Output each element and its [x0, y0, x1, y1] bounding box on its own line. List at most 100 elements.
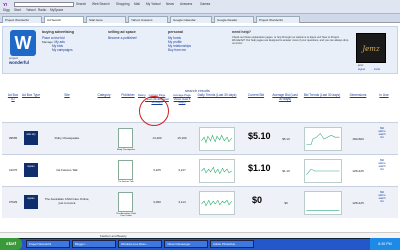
- table-row: 39595 wide sky Ruby Chesapeake Ruby Ches…: [2, 122, 398, 154]
- col-publisher[interactable]: Publisher: [118, 93, 138, 122]
- average-bid: $0: [284, 201, 288, 205]
- col-daily-trends[interactable]: Daily Trends (Last 30 days): [197, 93, 237, 122]
- average-bid: $5.10: [282, 137, 290, 141]
- highlight-circle: [139, 96, 169, 126]
- page-views: 13,200: [152, 136, 162, 140]
- col-average-page-views[interactable]: Average Page Views (Last 5 days): [170, 93, 194, 122]
- help-section: need help? Check out these explanation p…: [232, 30, 350, 46]
- taskbar-item-yahoo-messenger[interactable]: Yahoo! Messenger: [164, 240, 208, 248]
- col-adbox-id[interactable]: Ad Box ID: [6, 93, 20, 122]
- average-views: 3,217: [178, 168, 186, 172]
- adbox-thumbnail[interactable]: square: [24, 163, 38, 177]
- bid-trends-chart: [304, 159, 342, 183]
- tab-yahoo-answers[interactable]: Yahoo! Answers: [128, 16, 168, 23]
- personal-section: personal My funds My profile My relation…: [168, 30, 226, 52]
- col-average-bid[interactable]: Average Bid (Last 30 days): [272, 93, 298, 122]
- site-name[interactable]: Da Fawces Talk: [42, 168, 92, 172]
- buying-section: buying advertising Place a new bid Manag…: [42, 30, 102, 52]
- tab-google-reader[interactable]: Google Reader: [214, 16, 254, 23]
- daily-trends-sparkline: [199, 159, 235, 183]
- taskbar-item-project-wonderful[interactable]: Project Wonderful: [26, 240, 70, 248]
- adbox-id: 37929: [8, 200, 18, 204]
- toolbar-item-answers[interactable]: Answers: [180, 2, 192, 6]
- publisher-name[interactable]: The Australian Child Care Online: [115, 213, 137, 217]
- tab-project-wonderful[interactable]: Project Wonderful: [2, 16, 42, 23]
- dimensions: 125x125: [352, 169, 364, 173]
- publisher-thumbnail[interactable]: [118, 128, 133, 148]
- quick-link-start[interactable]: Start: [14, 8, 21, 12]
- quick-link-myspace[interactable]: MySpace: [50, 8, 63, 12]
- current-bid: $5.10: [248, 131, 271, 141]
- selling-title: selling ad space: [108, 30, 136, 34]
- page-views: 3,090: [153, 200, 161, 204]
- tab-ad-search[interactable]: Ad Search: [44, 16, 84, 23]
- dimensions: 125x125: [352, 201, 364, 205]
- col-bid-trends[interactable]: Bid Trends (Last 30 days): [302, 93, 342, 122]
- buying-title: buying advertising: [42, 30, 74, 34]
- taskbar-item-windows-live[interactable]: Windows Live Mess...: [118, 240, 162, 248]
- user-avatar[interactable]: Jemz: [356, 33, 386, 63]
- brand-wonderful: wonderful: [9, 60, 30, 65]
- tab-google-calendar[interactable]: Google Calendar: [170, 16, 212, 23]
- col-current-bid[interactable]: Current Bid: [242, 93, 270, 122]
- project-wonderful-logo[interactable]: W: [10, 30, 36, 56]
- col-adbox-type[interactable]: Ad Box Type: [22, 93, 40, 122]
- adbox-thumbnail[interactable]: wide sky: [24, 131, 38, 145]
- publisher-thumbnail[interactable]: [118, 192, 133, 212]
- toolbar-item-shopping[interactable]: Shopping: [116, 2, 129, 6]
- adbox-thumbnail[interactable]: square: [24, 195, 38, 209]
- current-bid: $0: [252, 195, 263, 205]
- publisher-name[interactable]: Ruby Chesapeake: [115, 149, 137, 151]
- adbox-id: 39595: [8, 136, 18, 140]
- start-button[interactable]: start: [0, 238, 22, 250]
- tab-project-wonderful-2[interactable]: Project Wonderful: [256, 16, 300, 23]
- buy-from-me-link[interactable]: Buy from me: [168, 48, 186, 52]
- selling-section: selling ad space Become a publisher!: [108, 30, 168, 40]
- quick-link-yahoo[interactable]: Yahoo!: [26, 8, 36, 12]
- tab-start-here[interactable]: Start Here: [86, 16, 126, 23]
- tab-bar: Project Wonderful Ad Search Start Here Y…: [0, 14, 400, 23]
- my-campaigns-link[interactable]: My campaigns: [52, 48, 73, 52]
- yahoo-logo[interactable]: Y!: [3, 2, 7, 7]
- col-dimensions[interactable]: Dimensions: [346, 93, 370, 122]
- bid-actions[interactable]: Bid add to watch list: [378, 191, 386, 215]
- invite-link[interactable]: invite: [374, 68, 380, 71]
- help-text: Check out these explanation pages, or ho…: [232, 36, 349, 46]
- col-in-use[interactable]: In Use: [372, 93, 396, 122]
- dimensions: 160x600: [352, 137, 364, 141]
- toolbar-item-games[interactable]: Games: [200, 2, 210, 6]
- become-publisher-link[interactable]: Become a publisher!: [108, 36, 137, 40]
- daily-trends-sparkline: [199, 191, 235, 215]
- table-row: 41076 square Da Fawces Talk Da Fawces Ta…: [2, 154, 398, 186]
- bid-trends-chart: [304, 191, 342, 215]
- current-bid: $1.10: [248, 163, 271, 173]
- publisher-name[interactable]: Da Fawces Talk: [115, 181, 137, 183]
- col-site[interactable]: Site: [42, 93, 92, 122]
- toolbar-item-my-yahoo[interactable]: My Yahoo!: [146, 2, 161, 6]
- average-views: 3,114: [178, 200, 186, 204]
- browser-toolbar: Y! Search Web Search Shopping Mail My Ya…: [0, 0, 400, 14]
- site-name[interactable]: Ruby Chesapeake: [42, 136, 92, 140]
- taskbar-item-blogger[interactable]: Blogger: ...: [72, 240, 116, 248]
- search-input[interactable]: [14, 2, 74, 7]
- results-table: Ad Box ID Ad Box Type Site Category Publ…: [2, 92, 398, 232]
- system-clock: 8:30 PM: [370, 238, 400, 250]
- quick-link-radio[interactable]: Radio: [38, 8, 46, 12]
- average-bid: $1.10: [282, 169, 290, 173]
- quick-link-digg[interactable]: Digg: [3, 8, 10, 12]
- help-title: need help?: [232, 30, 251, 34]
- bid-actions[interactable]: Bid add to watch list: [378, 127, 386, 151]
- toolbar-item-mail[interactable]: Mail: [134, 2, 140, 6]
- daily-trends-sparkline: [199, 127, 235, 151]
- logout-link[interactable]: logout: [358, 68, 365, 71]
- taskbar-item-photoshop[interactable]: Adobe Photoshop: [210, 240, 254, 248]
- table-row: 37929 square The Australian Child Care O…: [2, 186, 398, 218]
- publisher-thumbnail[interactable]: [118, 160, 133, 180]
- toolbar-item-web-search[interactable]: Web Search: [92, 2, 109, 6]
- toolbar-item-news[interactable]: News: [166, 2, 174, 6]
- site-name[interactable]: The Australian Child Care Online, just t…: [42, 197, 92, 205]
- col-category[interactable]: Category: [92, 93, 116, 122]
- bid-actions[interactable]: Bid add to watch list: [378, 159, 386, 183]
- search-button[interactable]: Search: [76, 2, 86, 6]
- page-views: 3,225: [153, 168, 161, 172]
